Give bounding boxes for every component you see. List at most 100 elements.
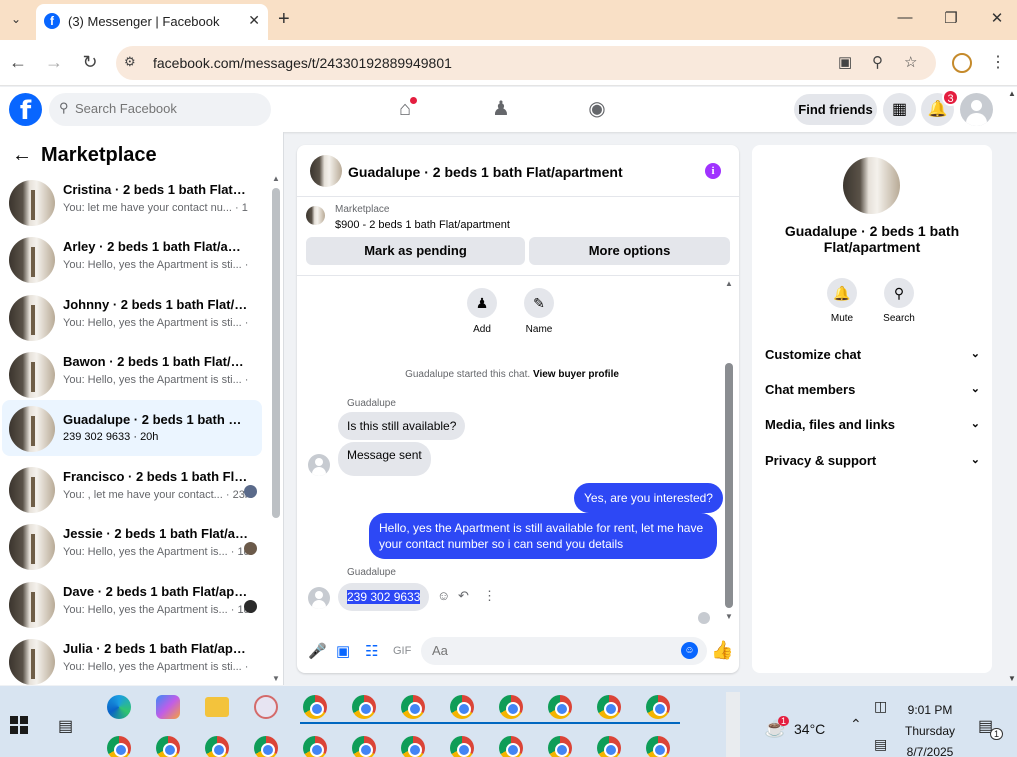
file-explorer-icon[interactable] — [205, 697, 229, 717]
phone-number-selected[interactable]: 239 302 9633 — [347, 590, 421, 604]
browser-menu-icon[interactable]: ⋮ — [990, 52, 1006, 72]
chat-scrollbar[interactable] — [725, 363, 733, 608]
photo-icon[interactable]: ▣ — [336, 642, 350, 660]
bookmark-star-icon[interactable]: ☆ — [904, 53, 917, 71]
back-icon[interactable]: ← — [8, 52, 28, 73]
incoming-message[interactable]: Message sent — [338, 442, 431, 476]
url-text[interactable]: facebook.com/messages/t/2433019288994980… — [153, 55, 452, 71]
customize-chat-row[interactable]: Customize chat ⌄ — [765, 347, 980, 371]
page-scroll-up-icon[interactable]: ▲ — [1008, 89, 1016, 98]
window-close-icon[interactable]: ✕ — [982, 9, 1012, 27]
chrome-icon[interactable] — [499, 736, 523, 757]
zoom-icon[interactable]: ⚲ — [872, 53, 883, 71]
sidebar-scroll-up-icon[interactable]: ▲ — [272, 174, 280, 183]
like-thumb-icon[interactable]: 👍 — [711, 640, 733, 661]
mark-as-pending-button[interactable]: Mark as pending — [306, 237, 525, 265]
forward-icon[interactable]: → — [44, 52, 64, 73]
conversation-item[interactable]: Jessie · 2 beds 1 bath Flat/apa... You: … — [2, 520, 262, 576]
weather-temp[interactable]: 34°C — [794, 721, 825, 737]
more-actions-icon[interactable]: ⋮ — [483, 588, 496, 604]
facebook-search[interactable]: ⚲ — [49, 93, 271, 126]
add-chip[interactable]: ♟ Add — [457, 288, 507, 335]
sidebar-scrollbar[interactable] — [272, 188, 280, 518]
conversation-item[interactable]: Johnny · 2 beds 1 bath Flat/apar... You:… — [2, 291, 262, 347]
browser-tab[interactable]: f (3) Messenger | Facebook ✕ — [36, 4, 268, 40]
conversation-item-active[interactable]: Guadalupe · 2 beds 1 bath Flat/... 239 3… — [2, 400, 262, 456]
view-buyer-profile-link[interactable]: View buyer profile — [533, 369, 619, 380]
conversation-item[interactable]: Dave · 2 beds 1 bath Flat/apa... You: He… — [2, 578, 262, 634]
install-app-icon[interactable]: ▣ — [838, 53, 852, 71]
add-person-icon[interactable]: ♟ — [467, 288, 497, 318]
chrome-icon[interactable] — [352, 695, 376, 719]
incoming-message[interactable]: Is this still available? — [338, 412, 466, 440]
sidebar-scroll-down-icon[interactable]: ▼ — [272, 674, 280, 683]
bell-icon[interactable]: 🔔 — [827, 278, 857, 308]
chrome-icon[interactable] — [548, 736, 572, 757]
meet-now-icon[interactable]: ◫ — [874, 698, 887, 715]
chrome-icon[interactable] — [548, 695, 572, 719]
tray-chevron-up-icon[interactable]: ⌃ — [850, 716, 862, 733]
reload-icon[interactable]: ↻ — [80, 52, 100, 73]
chrome-icon[interactable] — [401, 736, 425, 757]
friends-icon[interactable]: ♟ — [489, 97, 513, 121]
copilot-icon[interactable] — [156, 695, 180, 719]
chrome-icon[interactable] — [646, 695, 670, 719]
menu-grid-icon[interactable]: ▦ — [883, 93, 916, 126]
more-options-button[interactable]: More options — [529, 237, 730, 265]
account-avatar[interactable] — [960, 93, 993, 126]
chrome-icon[interactable] — [450, 736, 474, 757]
restore-icon[interactable]: ❐ — [936, 9, 966, 27]
facebook-logo-icon[interactable]: f — [9, 93, 42, 126]
outgoing-message[interactable]: Hello, yes the Apartment is still availa… — [369, 513, 717, 559]
sender-avatar[interactable] — [308, 587, 330, 609]
message-composer[interactable]: ☺ — [421, 637, 707, 665]
details-avatar[interactable] — [843, 157, 900, 214]
taskbar-scroll[interactable] — [726, 692, 740, 757]
minimize-icon[interactable]: — — [890, 9, 920, 26]
network-icon[interactable]: ▤ — [874, 736, 887, 753]
edge-icon[interactable] — [107, 695, 131, 719]
search-input[interactable] — [75, 101, 255, 116]
tab-close-icon[interactable]: ✕ — [248, 12, 260, 29]
sticker-icon[interactable]: ☷ — [365, 642, 378, 660]
conversation-item[interactable]: Arley · 2 beds 1 bath Flat/apart... You:… — [2, 233, 262, 289]
browser-profile-icon[interactable] — [952, 53, 972, 73]
react-smiley-icon[interactable]: ☺ — [437, 588, 450, 603]
chat-scroll-down-icon[interactable]: ▼ — [725, 612, 733, 621]
search-chip[interactable]: ⚲ Search — [874, 278, 924, 324]
chrome-icon[interactable] — [597, 695, 621, 719]
groups-icon[interactable]: ◉ — [585, 97, 609, 121]
find-friends-button[interactable]: Find friends — [794, 94, 877, 125]
pencil-icon[interactable]: ✎ — [524, 288, 554, 318]
search-icon[interactable]: ⚲ — [884, 278, 914, 308]
paint-icon[interactable] — [254, 695, 278, 719]
listing-thumbnail[interactable] — [306, 206, 325, 225]
chrome-icon[interactable] — [352, 736, 376, 757]
mute-chip[interactable]: 🔔 Mute — [817, 278, 867, 324]
chrome-icon[interactable] — [646, 736, 670, 757]
info-icon[interactable]: i — [705, 163, 721, 179]
chrome-icon[interactable] — [597, 736, 621, 757]
windows-start-icon[interactable] — [10, 716, 28, 734]
incoming-message-phone[interactable]: 239 302 9633 — [338, 583, 430, 611]
chrome-icon[interactable] — [254, 736, 278, 757]
chrome-icon[interactable] — [450, 695, 474, 719]
chat-scroll-up-icon[interactable]: ▲ — [725, 279, 733, 288]
chrome-icon[interactable] — [156, 736, 180, 757]
chrome-icon[interactable] — [107, 736, 131, 757]
media-files-links-row[interactable]: Media, files and links ⌄ — [765, 417, 980, 441]
conversation-item[interactable]: Bawon · 2 beds 1 bath Flat/apar... You: … — [2, 348, 262, 404]
new-tab-icon[interactable]: + — [278, 8, 290, 31]
microphone-icon[interactable]: 🎤 — [308, 642, 327, 660]
omnibox[interactable]: ⚙ facebook.com/messages/t/24330192889949… — [116, 46, 936, 80]
page-scroll-down-icon[interactable]: ▼ — [1008, 674, 1016, 683]
chrome-icon[interactable] — [205, 736, 229, 757]
site-info-icon[interactable]: ⚙ — [124, 54, 136, 70]
chat-members-row[interactable]: Chat members ⌄ — [765, 382, 980, 406]
conversation-item[interactable]: Francisco · 2 beds 1 bath Flat/... You: … — [2, 463, 262, 519]
chat-title[interactable]: Guadalupe · 2 beds 1 bath Flat/apartment — [348, 164, 623, 180]
task-view-icon[interactable]: ▤ — [58, 716, 73, 736]
listing-info[interactable]: $900 - 2 beds 1 bath Flat/apartment — [335, 219, 510, 231]
name-chip[interactable]: ✎ Name — [514, 288, 564, 335]
reply-icon[interactable]: ↶ — [458, 588, 469, 604]
